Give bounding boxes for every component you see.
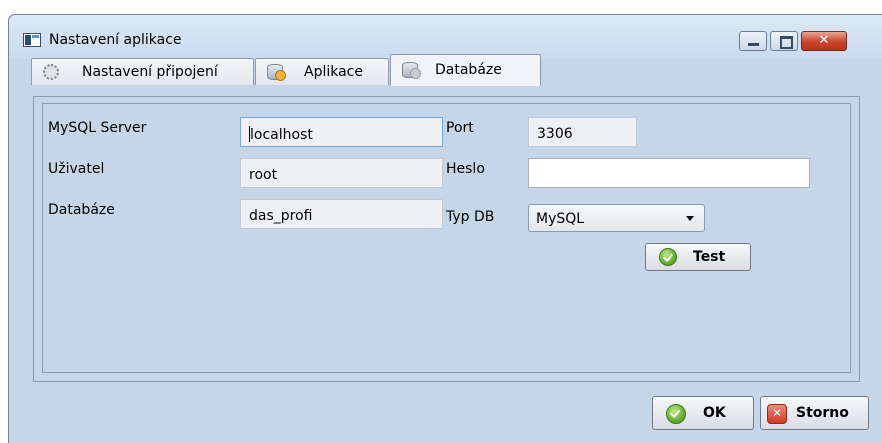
database-value: das_profi [249,208,313,224]
ok-button-label: OK [703,405,726,421]
test-button[interactable]: Test [645,243,751,271]
tab-label: Databáze [435,62,502,78]
app-icon [23,33,41,47]
database-gear-icon [402,62,421,79]
cancel-button[interactable]: Storno [760,396,869,430]
database-key-icon [267,64,286,81]
ok-button[interactable]: OK [652,396,754,430]
dbtype-value: MySQL [536,211,585,227]
form-group [42,103,851,373]
tab-nastaveni-pripojeni[interactable]: Nastavení připojení [31,58,254,85]
minimize-button[interactable] [739,31,767,51]
check-icon [666,404,686,424]
user-value: root [249,167,278,183]
gear-icon [43,64,59,80]
minimize-icon [748,43,759,46]
test-button-label: Test [693,249,726,265]
tab-aplikace[interactable]: Aplikace [255,58,389,85]
chevron-down-icon [686,216,694,221]
user-label: Uživatel [48,161,105,177]
password-label: Heslo [446,161,485,177]
maximize-button[interactable] [770,31,798,51]
window-title: Nastavení aplikace [49,32,182,48]
close-icon: ✕ [818,33,830,48]
database-label: Databáze [48,202,115,218]
server-label: MySQL Server [48,120,147,136]
maximize-icon [780,36,793,49]
user-input[interactable]: root [240,158,443,188]
tab-databaze[interactable]: Databáze [390,54,541,86]
port-value: 3306 [537,126,573,142]
title-bar[interactable]: Nastavení aplikace ✕ [9,15,882,59]
cancel-icon [767,404,787,424]
port-label: Port [446,120,474,136]
check-icon [659,248,677,266]
cancel-button-label: Storno [796,405,849,421]
database-input[interactable]: das_profi [240,199,443,229]
close-button[interactable]: ✕ [801,31,847,51]
server-value: localhost [250,127,313,143]
tab-label: Aplikace [304,64,363,80]
dbtype-select[interactable]: MySQL [528,204,705,232]
port-input[interactable]: 3306 [528,117,637,147]
tab-label: Nastavení připojení [82,64,218,80]
password-input[interactable] [528,158,810,188]
tab-content-panel [33,96,860,382]
dbtype-label: Typ DB [446,209,495,225]
server-input[interactable]: localhost [240,117,443,147]
